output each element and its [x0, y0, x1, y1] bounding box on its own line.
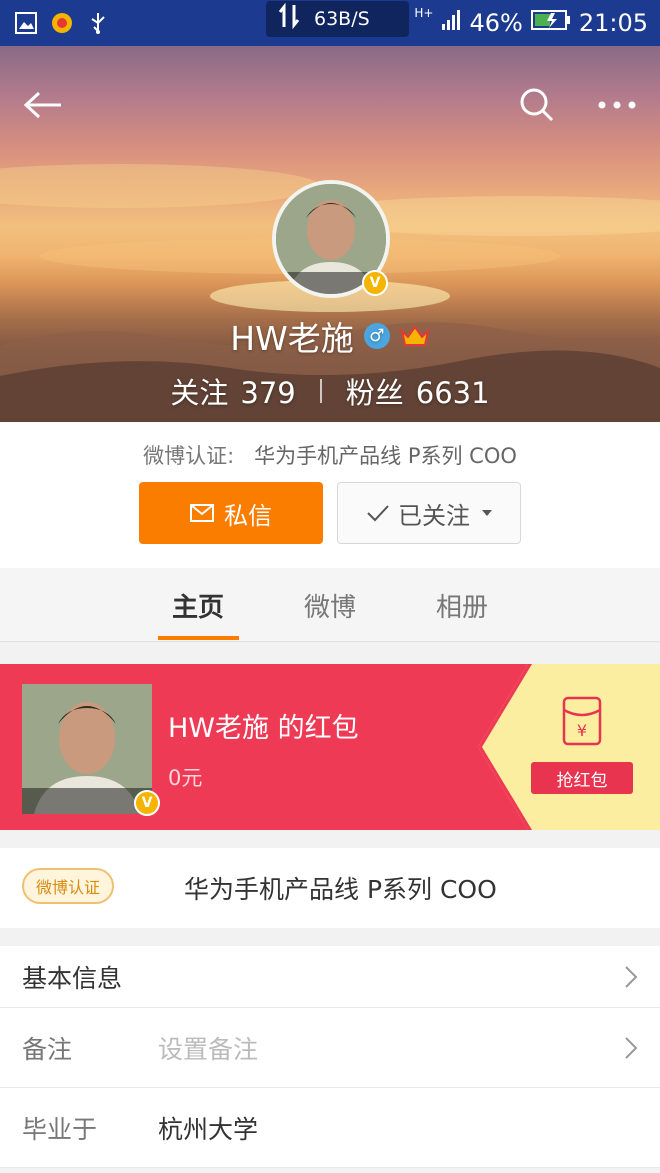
profile-tabs: 主页 微博 相册	[0, 568, 660, 642]
vip-crown-icon[interactable]	[400, 323, 430, 349]
followers-count: 6631	[415, 376, 490, 410]
chevron-right-icon	[625, 966, 638, 988]
graduated-label: 毕业于	[22, 1114, 98, 1144]
info-list: 基本信息 备注 设置备注 毕业于 杭州大学	[0, 946, 660, 1168]
profile-info-block: 微博认证: 华为手机产品线 P系列 COO 私信 已关注	[0, 422, 660, 568]
grab-red-packet-label: 抢红包	[556, 770, 608, 791]
verified-badge-text: V	[369, 275, 381, 291]
more-button[interactable]	[594, 82, 640, 128]
red-packet-tab	[478, 664, 660, 830]
network-speed: 63B/S	[266, 1, 409, 37]
followers-label: 粉丝	[345, 376, 404, 410]
following-count: 379	[240, 376, 296, 410]
followers-stat[interactable]: 粉丝 6631	[346, 370, 490, 412]
verification-card: 微博认证 华为手机产品线 P系列 COO	[0, 848, 660, 928]
remark-label: 备注	[22, 1034, 73, 1064]
verification-tag-text: 微博认证	[35, 878, 100, 897]
tab-weibo-label: 微博	[303, 592, 356, 623]
verification-text: 华为手机产品线 P系列 COO	[184, 875, 497, 904]
chevron-right-icon	[625, 1037, 638, 1059]
red-packet-avatar-photo	[22, 684, 152, 814]
back-button[interactable]	[20, 82, 66, 128]
graduated-value: 杭州大学	[158, 1114, 259, 1144]
tab-home-label: 主页	[171, 592, 224, 623]
red-packet-verified-text: V	[141, 795, 153, 811]
followed-button[interactable]: 已关注	[337, 482, 521, 544]
data-transfer-icon	[278, 2, 300, 35]
verified-badge: V	[362, 270, 388, 296]
check-icon	[367, 505, 389, 522]
verify-line: 微博认证: 华为手机产品线 P系列 COO	[0, 440, 660, 470]
red-packet-avatar	[22, 684, 152, 814]
tab-weibo[interactable]: 微博	[280, 568, 380, 642]
image-icon	[14, 11, 38, 35]
usb-icon	[86, 11, 110, 35]
red-packet-amount: 0元	[168, 766, 203, 790]
tab-home[interactable]: 主页	[148, 568, 248, 642]
search-button[interactable]	[514, 82, 560, 128]
follow-stats: 关注 379 粉丝 6631	[0, 370, 660, 412]
red-packet-verified-badge: V	[134, 790, 160, 816]
row-basic-info[interactable]: 基本信息	[0, 946, 660, 1008]
verification-tag: 微博认证	[22, 868, 114, 904]
tab-album[interactable]: 相册	[412, 568, 512, 642]
following-label: 关注	[170, 376, 229, 410]
battery-icon	[530, 9, 571, 37]
male-icon: ♂	[363, 323, 390, 349]
username-row: HW老施 ♂	[0, 312, 660, 360]
search-icon	[520, 88, 554, 122]
top-navigation	[0, 64, 660, 146]
caret-down-icon	[482, 510, 492, 516]
remark-value: 设置备注	[158, 1034, 259, 1064]
signal-type: H+	[414, 6, 434, 20]
profile-screen: 63B/S H+ 46% 21:05 V HW老施 ♂ 关注 379 粉丝 66…	[0, 0, 660, 1173]
arrow-left-icon	[23, 91, 61, 119]
red-packet-title: HW老施 的红包	[168, 713, 359, 744]
red-packet-card[interactable]: V HW老施 的红包 0元 ¥ 抢红包	[0, 664, 660, 830]
status-bar: 63B/S H+ 46% 21:05	[0, 0, 660, 46]
tab-album-label: 相册	[435, 592, 488, 623]
net-speed-text: 63B/S	[314, 8, 370, 30]
basic-info-label: 基本信息	[22, 963, 123, 993]
clock: 21:05	[578, 9, 648, 37]
message-label: 私信	[224, 501, 272, 530]
following-stat[interactable]: 关注 379	[170, 370, 295, 412]
battery-percent: 46%	[469, 9, 523, 37]
app-notification-icon	[50, 11, 74, 35]
yuan-symbol: ¥	[577, 721, 587, 740]
verify-label: 微博认证:	[143, 444, 235, 468]
message-button[interactable]: 私信	[139, 482, 323, 544]
username: HW老施	[230, 319, 354, 358]
active-tab-indicator	[158, 636, 239, 640]
row-graduated: 毕业于 杭州大学	[0, 1088, 660, 1168]
mail-icon	[190, 504, 214, 522]
gender-symbol: ♂	[369, 326, 385, 346]
more-icon	[598, 101, 636, 109]
followed-label: 已关注	[398, 501, 470, 530]
verify-value: 华为手机产品线 P系列 COO	[254, 444, 517, 468]
signal-icon	[441, 8, 461, 38]
stats-divider	[319, 379, 322, 403]
grab-red-packet-button[interactable]: 抢红包	[531, 762, 633, 794]
envelope-yuan-icon: ¥	[562, 696, 602, 746]
row-remark[interactable]: 备注 设置备注	[0, 1008, 660, 1088]
